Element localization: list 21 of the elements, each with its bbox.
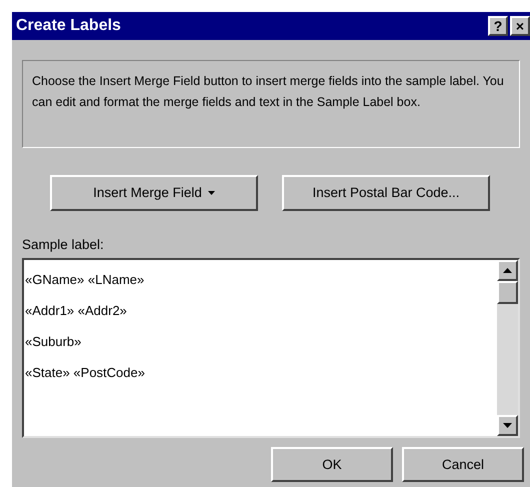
down-arrow-icon bbox=[503, 423, 512, 428]
window-title: Create Labels bbox=[16, 16, 122, 36]
help-button[interactable]: ? bbox=[488, 16, 508, 36]
sample-label-caption: Sample label: bbox=[22, 236, 104, 254]
instructions-text: Choose the Insert Merge Field button to insert merge fields into the sample label. You can edit and format the merge fields and text in the Sample Label box. bbox=[31, 73, 505, 111]
merge-field-line: «GName» «LName» bbox=[25, 271, 144, 290]
scroll-up-button[interactable] bbox=[497, 260, 518, 282]
up-arrow-icon bbox=[503, 268, 512, 274]
scroll-down-button[interactable] bbox=[497, 415, 518, 436]
caret-icon bbox=[208, 191, 215, 195]
cancel-button[interactable]: Cancel bbox=[402, 447, 524, 482]
ok-button[interactable]: OK bbox=[271, 447, 393, 482]
insert-postal-bar-code-button[interactable]: Insert Postal Bar Code... bbox=[282, 175, 490, 211]
merge-field-line: «Suburb» bbox=[25, 333, 82, 352]
scroll-thumb[interactable] bbox=[497, 281, 518, 304]
merge-field-line: «Addr1» «Addr2» bbox=[25, 302, 127, 320]
scrollbar[interactable] bbox=[497, 260, 518, 436]
sample-label-field[interactable]: «GName» «LName» «Addr1» «Addr2» «Suburb» «State» «PostCode» bbox=[22, 258, 520, 438]
close-button[interactable]: × bbox=[510, 16, 530, 36]
insert-merge-field-button[interactable]: Insert Merge Field bbox=[50, 175, 258, 211]
merge-field-line: «State» «PostCode» bbox=[25, 364, 145, 382]
